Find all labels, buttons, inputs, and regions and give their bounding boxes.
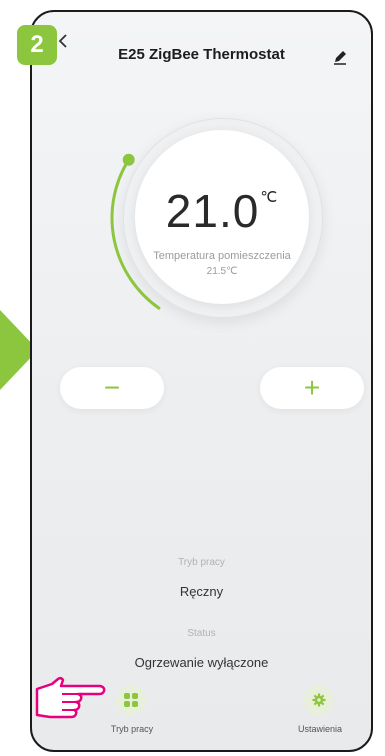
temperature-dial[interactable]: 21.0℃ Temperatura pomieszczenia 21.5℃ <box>107 102 337 332</box>
nav-settings-label: Ustawienia <box>297 724 343 734</box>
pointing-hand-icon <box>34 675 110 723</box>
set-temperature: 21.0℃ <box>165 185 279 237</box>
status-value: Ogrzewanie wyłączone <box>134 655 269 670</box>
page-title: E25 ZigBee Thermostat <box>118 46 285 63</box>
pencil-icon[interactable] <box>331 48 349 66</box>
decrease-button[interactable]: − <box>60 367 164 409</box>
gear-icon <box>304 685 334 715</box>
grid-icon <box>116 685 146 715</box>
step-badge: 2 <box>17 25 57 65</box>
nav-mode-label: Tryb pracy <box>110 724 154 734</box>
mode-label: Tryb pracy <box>178 557 225 568</box>
dial-knob[interactable] <box>122 153 135 166</box>
status-label: Status <box>187 628 216 639</box>
mode-value: Ręczny <box>179 584 224 599</box>
room-temperature-label: Temperatura pomieszczenia <box>153 250 291 262</box>
phone-screen: E25 ZigBee Thermostat 21.0℃ Temperatura … <box>30 10 373 752</box>
nav-settings-button[interactable]: Ustawienia <box>260 675 371 750</box>
increase-button[interactable]: + <box>260 367 364 409</box>
room-temperature-value: 21.5℃ <box>206 266 238 277</box>
app-header: E25 ZigBee Thermostat <box>32 12 371 70</box>
